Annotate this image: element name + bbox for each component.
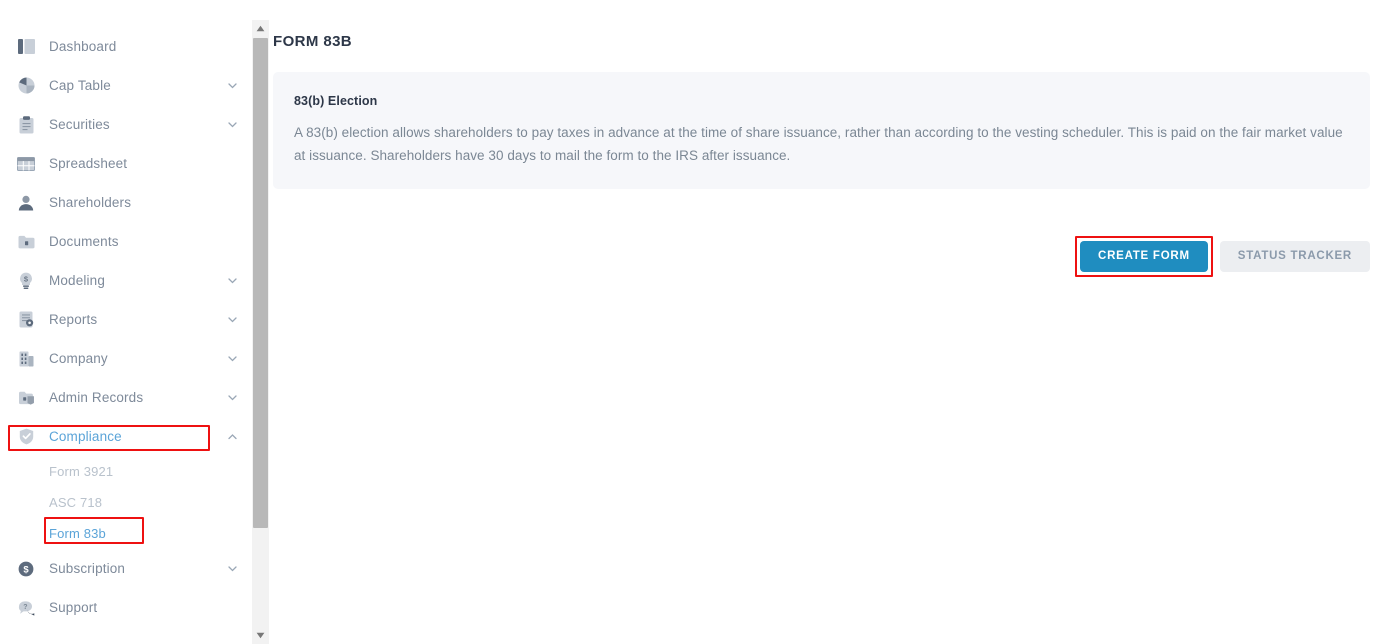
dollar-circle-icon: $ bbox=[15, 558, 37, 580]
sidebar-item-label: Admin Records bbox=[49, 390, 144, 405]
scrollbar-up-arrow-icon[interactable] bbox=[252, 20, 269, 37]
svg-text:$: $ bbox=[23, 564, 29, 575]
sidebar-item-compliance[interactable]: Compliance bbox=[0, 417, 252, 456]
page-title: FORM 83B bbox=[273, 33, 353, 50]
sidebar-item-label: Modeling bbox=[49, 273, 105, 288]
chevron-down-icon[interactable] bbox=[227, 275, 238, 286]
content-scrollbar[interactable] bbox=[252, 20, 269, 644]
sidebar-item-documents[interactable]: Documents bbox=[0, 222, 252, 261]
create-form-button-wrapper: CREATE FORM bbox=[1075, 236, 1213, 278]
sidebar-item-admin-records[interactable]: Admin Records bbox=[0, 378, 252, 417]
info-panel: 83(b) Election A 83(b) election allows s… bbox=[273, 72, 1370, 190]
building-icon bbox=[15, 348, 37, 370]
report-gear-icon bbox=[15, 309, 37, 331]
folder-lock-icon bbox=[15, 387, 37, 409]
chevron-down-icon[interactable] bbox=[227, 392, 238, 403]
sidebar-item-label: Documents bbox=[49, 234, 119, 249]
status-tracker-button[interactable]: STATUS TRACKER bbox=[1219, 241, 1370, 273]
sidebar-subitem-asc-718[interactable]: ASC 718 bbox=[0, 487, 252, 518]
sidebar-item-securities[interactable]: Securities bbox=[0, 105, 252, 144]
chat-help-icon: ? bbox=[15, 597, 37, 619]
person-icon bbox=[15, 192, 37, 214]
sidebar-subitem-form-3921[interactable]: Form 3921 bbox=[0, 456, 252, 487]
scrollbar-thumb[interactable] bbox=[253, 38, 268, 528]
chevron-down-icon[interactable] bbox=[227, 314, 238, 325]
chevron-up-icon[interactable] bbox=[227, 431, 238, 442]
sidebar-item-label: Securities bbox=[49, 117, 110, 132]
sidebar-item-label: Dashboard bbox=[49, 39, 117, 54]
pie-chart-icon bbox=[15, 75, 37, 97]
sidebar-item-label: Company bbox=[49, 351, 108, 366]
clipboard-icon bbox=[15, 114, 37, 136]
info-panel-heading: 83(b) Election bbox=[294, 94, 378, 108]
sidebar: Dashboard Cap Table Securities Spreadshe… bbox=[0, 0, 252, 644]
action-bar: CREATE FORM STATUS TRACKER bbox=[269, 236, 1370, 278]
sidebar-item-label: Spreadsheet bbox=[49, 156, 128, 171]
sidebar-item-company[interactable]: Company bbox=[0, 339, 252, 378]
lightbulb-icon: $ bbox=[15, 270, 37, 292]
sidebar-item-shareholders[interactable]: Shareholders bbox=[0, 183, 252, 222]
sidebar-item-dashboard[interactable]: Dashboard bbox=[0, 27, 252, 66]
sidebar-subitem-label: Form 3921 bbox=[49, 464, 114, 479]
sidebar-item-label: Support bbox=[49, 600, 98, 615]
shield-check-icon bbox=[15, 426, 37, 448]
spreadsheet-icon bbox=[15, 153, 37, 175]
sidebar-item-label: Cap Table bbox=[49, 78, 111, 93]
sidebar-item-modeling[interactable]: $ Modeling bbox=[0, 261, 252, 300]
chevron-down-icon[interactable] bbox=[227, 563, 238, 574]
scrollbar-down-arrow-icon[interactable] bbox=[252, 627, 269, 644]
sidebar-item-cap-table[interactable]: Cap Table bbox=[0, 66, 252, 105]
sidebar-item-label: Reports bbox=[49, 312, 98, 327]
sidebar-item-spreadsheet[interactable]: Spreadsheet bbox=[0, 144, 252, 183]
sidebar-item-label: Shareholders bbox=[49, 195, 132, 210]
app-root: Dashboard Cap Table Securities Spreadshe… bbox=[0, 0, 1376, 644]
dashboard-icon bbox=[15, 36, 37, 58]
chevron-down-icon[interactable] bbox=[227, 353, 238, 364]
chevron-down-icon[interactable] bbox=[227, 80, 238, 91]
sidebar-subitem-label: Form 83b bbox=[49, 526, 106, 541]
info-panel-body: A 83(b) election allows shareholders to … bbox=[294, 125, 1343, 164]
sidebar-item-subscription[interactable]: $ Subscription bbox=[0, 549, 252, 588]
sidebar-item-reports[interactable]: Reports bbox=[0, 300, 252, 339]
sidebar-item-support[interactable]: ? Support bbox=[0, 588, 252, 627]
folder-icon bbox=[15, 231, 37, 253]
svg-text:?: ? bbox=[23, 604, 27, 611]
sidebar-item-label: Subscription bbox=[49, 561, 126, 576]
create-form-button[interactable]: CREATE FORM bbox=[1080, 241, 1208, 273]
chevron-down-icon[interactable] bbox=[227, 119, 238, 130]
sidebar-subitem-form-83b[interactable]: Form 83b bbox=[0, 518, 252, 549]
main-content: FORM 83B 83(b) Election A 83(b) election… bbox=[252, 0, 1376, 644]
sidebar-subitem-label: ASC 718 bbox=[49, 495, 103, 510]
sidebar-item-label: Compliance bbox=[49, 429, 122, 444]
